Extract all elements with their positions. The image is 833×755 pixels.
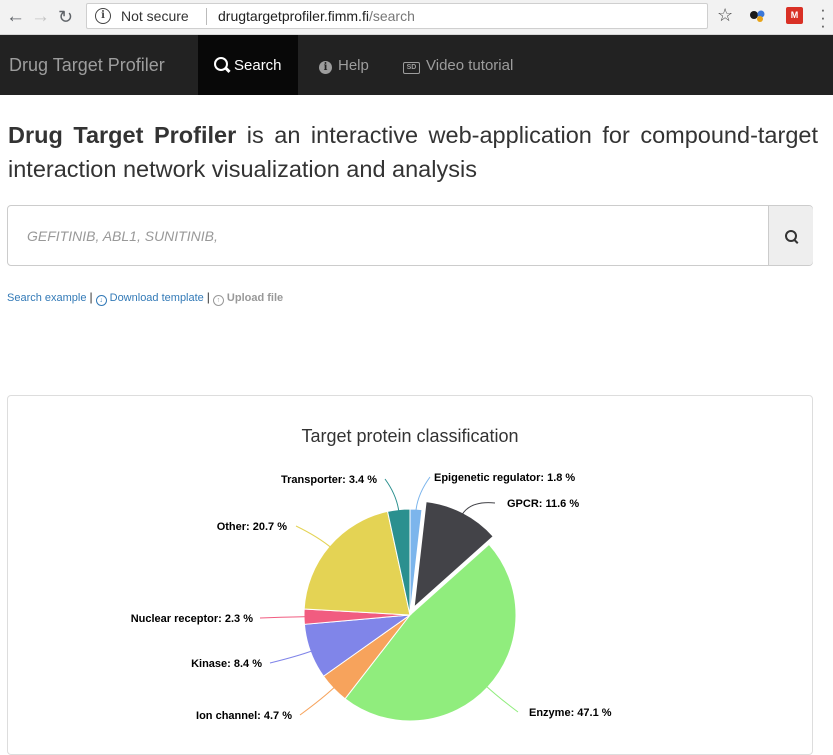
pie-connector bbox=[384, 478, 400, 514]
pie-label: Ion channel: 4.7 % bbox=[196, 710, 292, 722]
pie-label: Nuclear receptor: 2.3 % bbox=[131, 613, 253, 625]
pie-connector bbox=[299, 685, 337, 716]
pie-label: Kinase: 8.4 % bbox=[191, 658, 262, 670]
pie-label: Epigenetic regulator: 1.8 % bbox=[434, 472, 575, 484]
pie-label: Enzyme: 47.1 % bbox=[529, 707, 612, 719]
pie-label: GPCR: 11.6 % bbox=[507, 498, 579, 510]
pie-chart: Epigenetic regulator: 1.8 % GPCR: 11.6 % E… bbox=[131, 472, 612, 722]
pie-connector bbox=[269, 649, 315, 664]
pie-connector bbox=[259, 616, 309, 619]
pie-label: Transporter: 3.4 % bbox=[281, 474, 377, 486]
pie-connector bbox=[295, 525, 333, 550]
pie-label: Other: 20.7 % bbox=[217, 521, 288, 533]
pie-connector bbox=[484, 684, 519, 713]
